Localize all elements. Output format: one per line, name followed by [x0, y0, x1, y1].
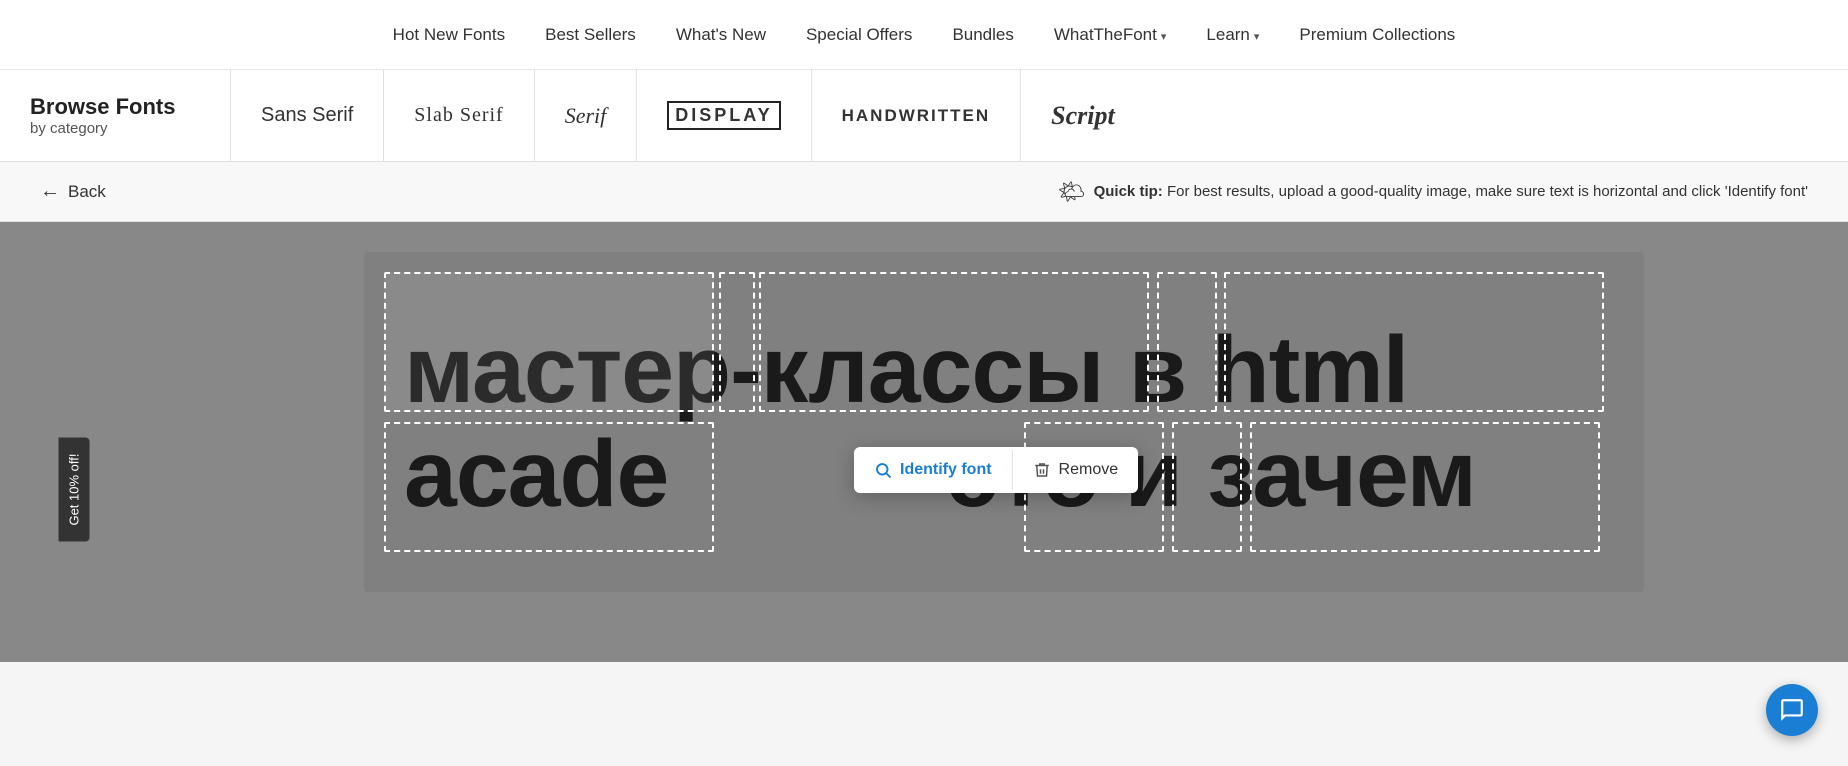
browse-subtitle: by category — [30, 120, 200, 137]
back-button[interactable]: ← Back — [40, 180, 106, 203]
nav-item-special-offers[interactable]: Special Offers — [806, 25, 912, 45]
dropdown-arrow-icon: ▾ — [1161, 31, 1167, 43]
selection-box-zachem[interactable] — [1250, 422, 1600, 552]
canvas-area: Get 10% off! мастер-классы в html acade … — [0, 222, 1848, 662]
category-bar: Browse Fonts by category Sans Serif Slab… — [0, 70, 1848, 162]
remove-button[interactable]: Remove — [1013, 447, 1139, 493]
promo-tab[interactable]: Get 10% off! — [59, 438, 90, 542]
nav-item-whats-new[interactable]: What's New — [676, 25, 766, 45]
category-slab-serif[interactable]: Slab Serif — [383, 70, 533, 161]
nav-item-hot-new-fonts[interactable]: Hot New Fonts — [393, 25, 505, 45]
selection-box-v[interactable] — [1157, 272, 1217, 412]
category-display[interactable]: DISPLAY — [636, 70, 810, 161]
back-bar: ← Back 🌤 Quick tip: For best results, up… — [0, 162, 1848, 222]
font-image-container[interactable]: мастер-классы в html acade это и зачем — [364, 252, 1644, 592]
sun-icon: 🌤 — [1058, 179, 1086, 205]
selection-box-klassy[interactable] — [759, 272, 1149, 412]
category-sans-serif[interactable]: Sans Serif — [230, 70, 383, 161]
chat-support-button[interactable] — [1766, 684, 1818, 736]
browse-title: Browse Fonts — [30, 94, 200, 120]
nav-item-whatthefont[interactable]: WhatTheFont▾ — [1054, 25, 1167, 45]
selection-boxes — [364, 252, 1644, 592]
identify-popup: Identify font Remove — [854, 447, 1138, 493]
trash-icon — [1033, 461, 1051, 479]
browse-label: Browse Fonts by category — [30, 94, 230, 137]
nav-item-learn[interactable]: Learn▾ — [1206, 25, 1259, 45]
search-icon — [874, 461, 892, 479]
chat-icon — [1779, 697, 1805, 723]
category-items-list: Sans Serif Slab Serif Serif DISPLAY HAND… — [230, 70, 1848, 161]
selection-box-dash[interactable] — [719, 272, 755, 412]
category-serif[interactable]: Serif — [534, 70, 637, 161]
nav-item-bundles[interactable]: Bundles — [952, 25, 1013, 45]
nav-item-premium-collections[interactable]: Premium Collections — [1299, 25, 1455, 45]
selection-box-acade[interactable] — [384, 422, 714, 552]
nav-item-best-sellers[interactable]: Best Sellers — [545, 25, 636, 45]
selection-box-master[interactable] — [384, 272, 714, 412]
top-navigation: Hot New Fonts Best Sellers What's New Sp… — [0, 0, 1848, 70]
back-arrow-icon: ← — [40, 180, 60, 203]
quick-tip-text: For best results, upload a good-quality … — [1167, 183, 1808, 200]
dropdown-arrow-icon: ▾ — [1254, 31, 1260, 43]
identify-font-button[interactable]: Identify font — [854, 447, 1012, 493]
quick-tip-prefix: Quick tip: — [1094, 183, 1163, 200]
selection-box-html[interactable] — [1224, 272, 1604, 412]
quick-tip: 🌤 Quick tip: For best results, upload a … — [1058, 179, 1808, 205]
category-handwritten[interactable]: HANDWRITTEN — [811, 70, 1021, 161]
category-script[interactable]: Script — [1020, 70, 1145, 161]
selection-box-i[interactable] — [1172, 422, 1242, 552]
